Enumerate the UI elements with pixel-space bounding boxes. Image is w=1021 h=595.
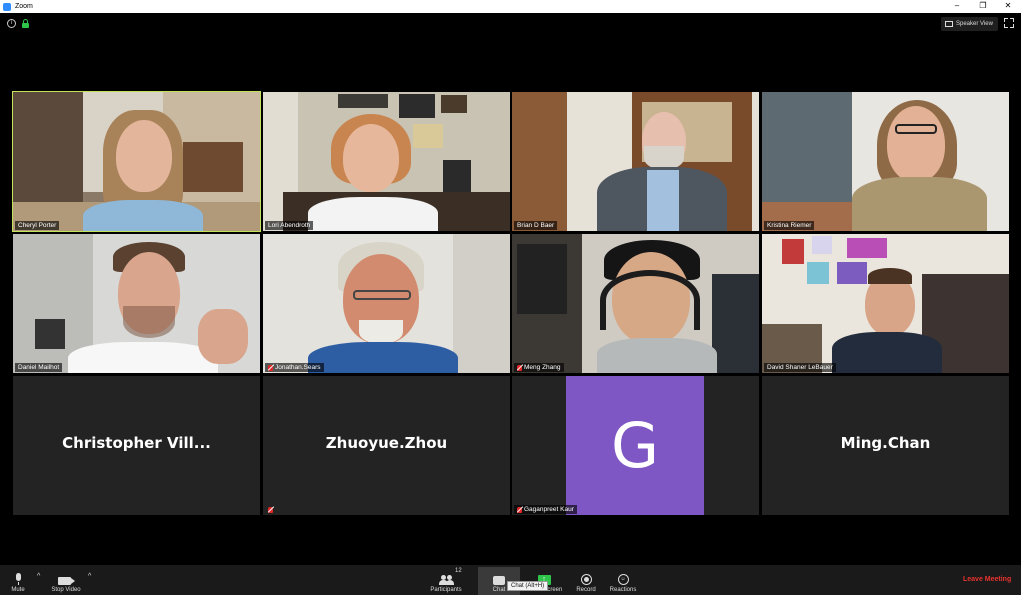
encryption-lock-icon[interactable] [22,19,29,28]
participants-icon [438,575,454,585]
participants-count: 12 [455,568,462,574]
participant-display-name: Ming.Chan [840,434,931,452]
participant-name: Kristina Riemer [764,221,815,230]
audio-options-caret-icon[interactable]: ^ [37,573,40,580]
participant-name: Daniel Mailhot [15,363,63,372]
participants-label: Participants [430,587,462,593]
reactions-button[interactable]: ☺ Reactions [606,565,640,595]
participant-name: Cheryl Porter [15,221,60,230]
chat-label: Chat [492,587,506,593]
video-tile-ming-chan[interactable]: Ming.Chan [762,376,1009,515]
stop-video-button[interactable]: Stop Video [47,565,85,595]
video-tile-cheryl-porter[interactable]: Cheryl Porter [12,91,261,232]
video-tile-brian-d-baer[interactable]: Brian D Baer [512,92,759,231]
video-camera-icon [57,577,75,585]
mute-label: Mute [11,587,25,593]
minimize-button[interactable]: – [944,0,970,13]
restore-button[interactable]: ❐ [970,0,996,13]
video-tile-daniel-mailhot[interactable]: Daniel Mailhot [13,234,260,373]
speaker-view-icon [945,21,953,27]
chat-tooltip: Chat (Alt+H) [507,581,549,591]
video-tile-david-shaner-lebauer[interactable]: David Shaner LeBauer [762,234,1009,373]
participant-name: Gaganpreet Kaur [524,506,574,513]
fullscreen-icon[interactable] [1004,18,1014,28]
chat-bubble-icon [493,576,505,585]
participant-name: Jonathan.Sears [275,364,321,371]
participant-name-tag: Jonathan.Sears [265,363,324,372]
video-tile-kristina-riemer[interactable]: Kristina Riemer [762,92,1009,231]
leave-meeting-button[interactable]: Leave Meeting [963,576,1011,583]
participant-name: Meng Zhang [524,364,561,371]
record-label: Record [576,587,596,593]
participant-name: Brian D Baer [514,221,558,230]
video-tile-meng-zhang[interactable]: Meng Zhang [512,234,759,373]
participant-display-name: Zhuoyue.Zhou [325,434,448,452]
speaker-view-label: Speaker View [956,21,993,27]
video-tile-gaganpreet-kaur[interactable]: G Gaganpreet Kaur [512,376,759,515]
participant-name-tag [265,506,276,514]
avatar: G [566,376,704,515]
participant-name: David Shaner LeBauer [764,363,836,372]
muted-mic-icon [517,506,522,513]
speaker-view-button[interactable]: Speaker View [941,17,998,31]
close-button[interactable]: ✕ [995,0,1021,13]
video-tile-lori-abendroth[interactable]: Lori Abendroth [263,92,510,231]
video-tile-zhuoyue-zhou[interactable]: Zhuoyue.Zhou [263,376,510,515]
stop-video-label: Stop Video [51,587,81,593]
participant-name-tag: Meng Zhang [514,363,564,372]
window-title: Zoom [15,3,33,10]
meeting-info-icon[interactable]: i [7,19,16,28]
mute-button[interactable]: Mute [5,565,31,595]
video-tile-jonathan-sears[interactable]: Jonathan.Sears [263,234,510,373]
participant-display-name: Christopher Vill... [62,434,211,452]
participant-name: Lori Abendroth [265,221,314,230]
muted-mic-icon [268,507,273,513]
muted-mic-icon [517,364,522,371]
muted-mic-icon [268,364,273,371]
reactions-label: Reactions [609,587,637,593]
title-bar: Zoom – ❐ ✕ [0,0,1021,13]
record-icon [580,574,592,585]
microphone-icon [15,573,21,585]
video-options-caret-icon[interactable]: ^ [88,573,91,580]
video-tile-christopher[interactable]: Christopher Vill... [13,376,260,515]
zoom-logo-icon [3,2,11,11]
record-button[interactable]: Record [572,565,600,595]
participant-name-tag: Gaganpreet Kaur [514,505,577,514]
reactions-smiley-icon: ☺ [617,574,629,585]
